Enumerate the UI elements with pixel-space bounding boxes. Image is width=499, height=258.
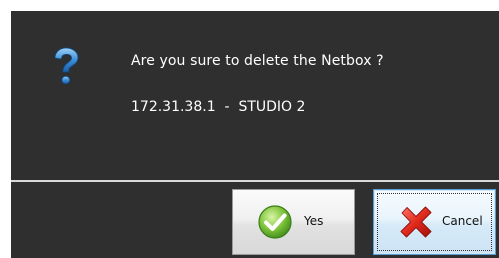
x-icon xyxy=(400,206,432,238)
dialog-message: Are you sure to delete the Netbox ? xyxy=(131,53,384,69)
question-icon xyxy=(54,47,79,85)
delete-confirm-dialog: Are you sure to delete the Netbox ? 172.… xyxy=(11,11,499,258)
cancel-button[interactable]: Cancel xyxy=(373,189,496,255)
check-icon xyxy=(258,205,292,239)
yes-button[interactable]: Yes xyxy=(232,189,355,255)
dialog-footer: Yes Cancel xyxy=(11,182,499,258)
dialog-content: Are you sure to delete the Netbox ? 172.… xyxy=(11,11,499,178)
yes-button-label: Yes xyxy=(304,214,324,228)
cancel-button-label: Cancel xyxy=(442,214,483,228)
dialog-detail: 172.31.38.1 - STUDIO 2 xyxy=(131,99,306,115)
